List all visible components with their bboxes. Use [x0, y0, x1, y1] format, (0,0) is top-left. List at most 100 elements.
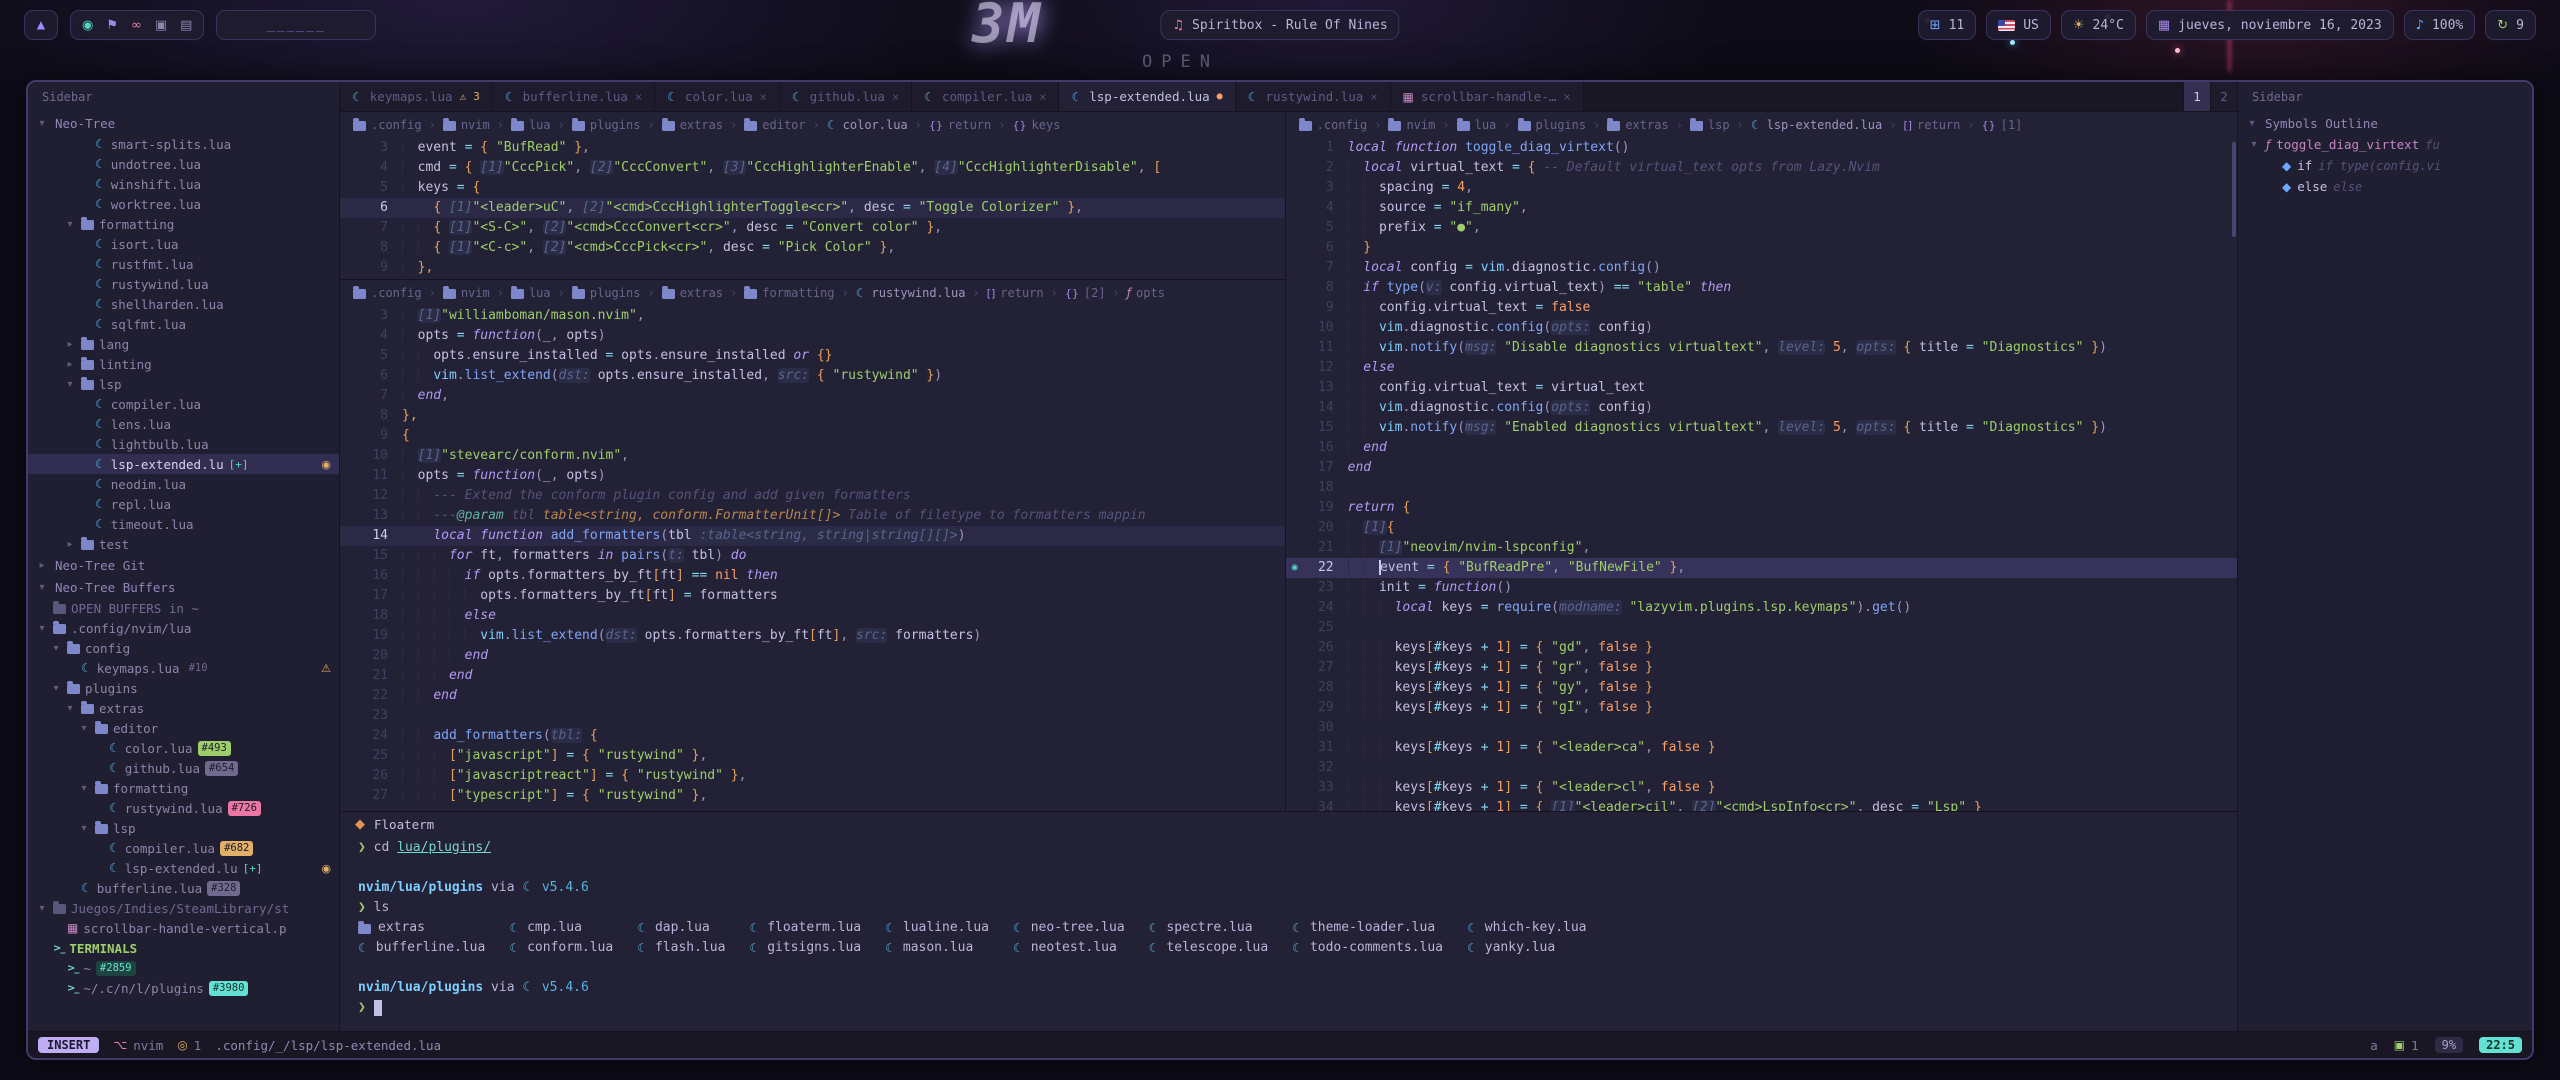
- tree-item[interactable]: ☾github.lua#654: [28, 758, 339, 778]
- code-line[interactable]: 31 keys[#keys + 1] = { "<leader>ca", fal…: [1286, 738, 2237, 758]
- tree-item[interactable]: ▸linting: [28, 354, 339, 374]
- code-line[interactable]: 27 keys[#keys + 1] = { "gr", false }: [1286, 658, 2237, 678]
- code-line[interactable]: 14 local function add_formatters(tbl :ta…: [340, 526, 1285, 546]
- breadcrumb-item[interactable]: extras: [1604, 118, 1671, 132]
- code-line[interactable]: 20 [1]{: [1286, 518, 2237, 538]
- code-line[interactable]: 22 end: [340, 686, 1285, 706]
- code-line[interactable]: 8 if type(v: config.virtual_text) == "ta…: [1286, 278, 2237, 298]
- tree-item[interactable]: >_~#2859: [28, 958, 339, 978]
- close-icon[interactable]: ×: [1370, 90, 1377, 104]
- breadcrumb-item[interactable]: []return: [1900, 118, 1963, 132]
- neotree-section-header[interactable]: ▸Neo-Tree Git: [28, 554, 339, 576]
- code-line[interactable]: 17 opts.formatters_by_ft[ft] = formatter…: [340, 586, 1285, 606]
- code-line[interactable]: 26 ["javascriptreact"] = { "rustywind" }…: [340, 766, 1285, 786]
- code-line[interactable]: 1local function toggle_diag_virtext(): [1286, 138, 2237, 158]
- tree-item[interactable]: ▾plugins: [28, 678, 339, 698]
- code-line[interactable]: 19return {: [1286, 498, 2237, 518]
- breadcrumb-item[interactable]: {}[1]: [1979, 118, 2026, 132]
- close-icon[interactable]: ×: [892, 90, 899, 104]
- breadcrumb-item[interactable]: plugins: [569, 118, 644, 132]
- code-line[interactable]: 21 [1]"neovim/nvim-lspconfig",: [1286, 538, 2237, 558]
- tabpage-1[interactable]: 1: [2183, 82, 2210, 111]
- code-line[interactable]: 4 source = "if_many",: [1286, 198, 2237, 218]
- code-line[interactable]: 19 vim.list_extend(dst: opts.formatters_…: [340, 626, 1285, 646]
- tree-item[interactable]: ▾lsp: [28, 818, 339, 838]
- tree-item[interactable]: ▾editor: [28, 718, 339, 738]
- code-line[interactable]: 24 local keys = require(modname: "lazyvi…: [1286, 598, 2237, 618]
- breadcrumb-item[interactable]: plugins: [569, 286, 644, 300]
- code-line[interactable]: 3 spacing = 4,: [1286, 178, 2237, 198]
- code-line[interactable]: 15 vim.notify(msg: "Enabled diagnostics …: [1286, 418, 2237, 438]
- link-icon[interactable]: ∞: [131, 18, 142, 33]
- music-widget[interactable]: ♫ Spiritbox - Rule Of Nines: [1160, 10, 1399, 40]
- code-line[interactable]: 20 end: [340, 646, 1285, 666]
- code-line[interactable]: 17end: [1286, 458, 2237, 478]
- code-line[interactable]: 11 opts = function(_, opts): [340, 466, 1285, 486]
- tree-item[interactable]: ☾color.lua#493: [28, 738, 339, 758]
- code-line[interactable]: 4 opts = function(_, opts): [340, 326, 1285, 346]
- tree-item[interactable]: ☾timeout.lua: [28, 514, 339, 534]
- code-line[interactable]: 5 opts.ensure_installed = opts.ensure_in…: [340, 346, 1285, 366]
- tab-github-lua[interactable]: ☾github.lua×: [780, 82, 912, 111]
- tree-item[interactable]: ☾worktree.lua: [28, 194, 339, 214]
- code-line[interactable]: 4 cmd = { [1]"CccPick", [2]"CccConvert",…: [340, 158, 1285, 178]
- code-line[interactable]: ◉22 event = { "BufReadPre", "BufNewFile"…: [1286, 558, 2237, 578]
- code-line[interactable]: 6 vim.list_extend(dst: opts.ensure_insta…: [340, 366, 1285, 386]
- tree-item[interactable]: ▾config: [28, 638, 339, 658]
- tree-item[interactable]: ☾isort.lua: [28, 234, 339, 254]
- tree-item[interactable]: ☾bufferline.lua#328: [28, 878, 339, 898]
- breadcrumb-item[interactable]: {}return: [926, 118, 994, 132]
- tree-item[interactable]: ☾repl.lua: [28, 494, 339, 514]
- tab-color-lua[interactable]: ☾color.lua×: [655, 82, 780, 111]
- code-line[interactable]: 3 [1]"williamboman/mason.nvim",: [340, 306, 1285, 326]
- breadcrumb-item[interactable]: lua: [508, 286, 554, 300]
- tree-item[interactable]: ☾undotree.lua: [28, 154, 339, 174]
- tree-item[interactable]: ▾lsp: [28, 374, 339, 394]
- code-line[interactable]: 30: [1286, 718, 2237, 738]
- code-line[interactable]: 9{: [340, 426, 1285, 446]
- tree-item[interactable]: >_TERMINALS: [28, 938, 339, 958]
- code-line[interactable]: 7 end,: [340, 386, 1285, 406]
- keyboard-layout-widget[interactable]: US: [1986, 10, 2051, 40]
- tree-item[interactable]: ☾compiler.lua#682: [28, 838, 339, 858]
- tab-bufferline-lua[interactable]: ☾bufferline.lua×: [493, 82, 655, 111]
- close-icon[interactable]: ×: [635, 90, 642, 104]
- code-line[interactable]: 18: [1286, 478, 2237, 498]
- code-line[interactable]: 32: [1286, 758, 2237, 778]
- breadcrumb-item[interactable]: .config: [350, 118, 425, 132]
- breadcrumb-item[interactable]: ☾lsp-extended.lua: [1748, 118, 1885, 132]
- breadcrumb-item[interactable]: editor: [741, 118, 808, 132]
- tree-item[interactable]: ☾lsp-extended.lu[+]◉: [28, 858, 339, 878]
- code-line[interactable]: 23 init = function(): [1286, 578, 2237, 598]
- tree-item[interactable]: ▾Juegos/Indies/SteamLibrary/st: [28, 898, 339, 918]
- tree-item[interactable]: ▾extras: [28, 698, 339, 718]
- breadcrumb-item[interactable]: ☾rustywind.lua: [853, 286, 969, 300]
- volume-widget[interactable]: ♪100%: [2404, 10, 2476, 40]
- code-line[interactable]: 6 { [1]"<leader>uC", [2]"<cmd>CccHighlig…: [340, 198, 1285, 218]
- code-line[interactable]: 27 ["typescript"] = { "rustywind" },: [340, 786, 1285, 806]
- code-line[interactable]: 2 local virtual_text = { -- Default virt…: [1286, 158, 2237, 178]
- breadcrumb-item[interactable]: formatting: [741, 286, 837, 300]
- code-line[interactable]: 16 end: [1286, 438, 2237, 458]
- code-line[interactable]: 25 ["javascript"] = { "rustywind" },: [340, 746, 1285, 766]
- code-line[interactable]: 14 vim.diagnostic.config(opts: config): [1286, 398, 2237, 418]
- code-line[interactable]: 5 prefix = "●",: [1286, 218, 2237, 238]
- tree-item[interactable]: ☾sqlfmt.lua: [28, 314, 339, 334]
- tree-item[interactable]: ☾winshift.lua: [28, 174, 339, 194]
- tabpage-2[interactable]: 2: [2210, 82, 2237, 111]
- tab-keymaps-lua[interactable]: ☾keymaps.lua⚠3: [340, 82, 493, 111]
- code-line[interactable]: 25: [1286, 618, 2237, 638]
- weather-widget[interactable]: ☀24°C: [2061, 10, 2136, 40]
- neotree-section-header[interactable]: ▾Neo-Tree Buffers: [28, 576, 339, 598]
- tree-item[interactable]: ☾neodim.lua: [28, 474, 339, 494]
- code-line[interactable]: 34 keys[#keys + 1] = { [1]"<leader>cil",…: [1286, 798, 2237, 811]
- tree-item[interactable]: ☾rustywind.lua: [28, 274, 339, 294]
- code-line[interactable]: 3 event = { "BufRead" },: [340, 138, 1285, 158]
- tab-rustywind-lua[interactable]: ☾rustywind.lua×: [1236, 82, 1391, 111]
- outline-item[interactable]: ◆ifif type(config.vi: [2238, 155, 2532, 176]
- code-line[interactable]: 13 config.virtual_text = virtual_text: [1286, 378, 2237, 398]
- tree-item[interactable]: ☾lightbulb.lua: [28, 434, 339, 454]
- code-line[interactable]: 12 --- Extend the conform plugin config …: [340, 486, 1285, 506]
- code-line[interactable]: 23: [340, 706, 1285, 726]
- floaterm[interactable]: ◆ Floaterm ❯ cd lua/plugins/nvim/lua/plu…: [340, 811, 2237, 1031]
